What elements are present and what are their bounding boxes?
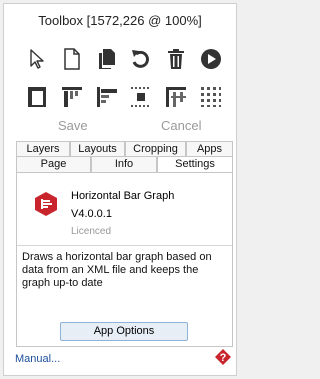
svg-text:?: ? bbox=[220, 352, 227, 364]
plugin-description: Draws a horizontal bar graph based on da… bbox=[22, 251, 212, 289]
plugin-name: Horizontal Bar Graph bbox=[71, 190, 175, 202]
tab-settings[interactable]: Settings bbox=[157, 156, 233, 173]
action-bar: Save Cancel bbox=[4, 118, 236, 138]
page-border-icon[interactable] bbox=[24, 84, 50, 110]
new-page-icon[interactable] bbox=[59, 46, 85, 72]
tab-strip-row-2: Page Info Settings bbox=[16, 156, 233, 173]
tab-strip-row-1: Layers Layouts Cropping Apps bbox=[16, 141, 233, 157]
delete-icon[interactable] bbox=[163, 46, 189, 72]
grid-dots-icon[interactable] bbox=[198, 84, 224, 110]
align-grid-icon[interactable] bbox=[163, 84, 189, 110]
tab-layers[interactable]: Layers bbox=[16, 141, 70, 157]
tab-page[interactable]: Page bbox=[16, 156, 91, 172]
distribute-icon[interactable] bbox=[128, 84, 154, 110]
help-icon[interactable]: ? bbox=[215, 349, 231, 365]
plugin-licence-status: Licenced bbox=[71, 226, 112, 237]
toolbar-row-1 bbox=[24, 44, 224, 74]
settings-panel: Horizontal Bar Graph V4.0.0.1 Licenced D… bbox=[16, 172, 233, 347]
copy-page-icon[interactable] bbox=[94, 46, 120, 72]
tab-cropping[interactable]: Cropping bbox=[125, 141, 186, 157]
tab-layouts[interactable]: Layouts bbox=[70, 141, 125, 157]
pointer-icon[interactable] bbox=[24, 46, 50, 72]
plugin-version: V4.0.0.1 bbox=[71, 208, 112, 220]
play-icon[interactable] bbox=[198, 46, 224, 72]
cancel-button[interactable]: Cancel bbox=[161, 118, 201, 133]
toolbar-row-2 bbox=[24, 82, 224, 112]
manual-link[interactable]: Manual... bbox=[15, 353, 60, 365]
tab-apps[interactable]: Apps bbox=[186, 141, 233, 157]
app-options-button[interactable]: App Options bbox=[60, 322, 188, 341]
toolbox-window: Toolbox [1572,226 @ 100%] Save Cancel La… bbox=[3, 3, 237, 376]
plugin-app-icon bbox=[33, 191, 59, 217]
panel-divider bbox=[17, 245, 232, 246]
undo-icon[interactable] bbox=[128, 46, 154, 72]
save-button[interactable]: Save bbox=[58, 118, 88, 133]
align-left-icon[interactable] bbox=[94, 84, 120, 110]
align-top-icon[interactable] bbox=[59, 84, 85, 110]
tab-info[interactable]: Info bbox=[91, 156, 157, 172]
window-title: Toolbox [1572,226 @ 100%] bbox=[38, 13, 202, 28]
